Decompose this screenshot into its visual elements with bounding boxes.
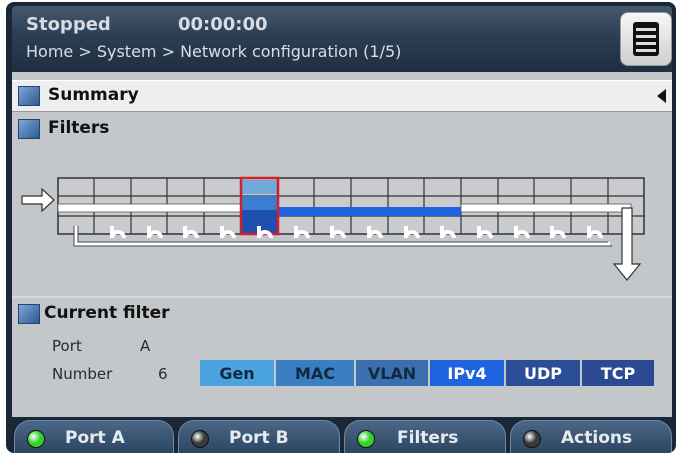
current-filter-section-header: Current filter: [12, 296, 672, 326]
device-screen: Stopped 00:00:00 Home > System > Network…: [6, 2, 676, 453]
number-value: 6: [158, 365, 168, 383]
collapse-arrow-icon[interactable]: [657, 89, 666, 103]
port-label: Port: [52, 337, 82, 355]
tab-udp[interactable]: UDP: [506, 360, 580, 386]
actions-button[interactable]: Actions: [510, 420, 672, 453]
port-b-button[interactable]: Port B: [178, 420, 340, 453]
filter-diagram[interactable]: [12, 146, 672, 296]
led-indicator-icon: [191, 430, 209, 448]
current-filter-title: Current filter: [44, 303, 170, 323]
section-icon: [18, 86, 40, 106]
input-arrow-icon: [21, 187, 55, 213]
summary-section-header[interactable]: Summary: [12, 80, 672, 112]
header-bar: Stopped 00:00:00 Home > System > Network…: [12, 6, 672, 72]
selected-filter-mid: [241, 196, 278, 210]
led-indicator-icon: [523, 430, 541, 448]
number-label: Number: [52, 365, 113, 383]
tab-gen[interactable]: Gen: [200, 360, 274, 386]
led-indicator-icon: [357, 430, 375, 448]
white-pass-line-left: [57, 203, 242, 213]
actions-label: Actions: [561, 428, 633, 448]
tab-tcp[interactable]: TCP: [582, 360, 654, 386]
filters-title: Filters: [48, 118, 110, 138]
led-indicator-icon: [27, 430, 45, 448]
menu-button[interactable]: [620, 12, 672, 66]
tab-vlan[interactable]: VLAN: [356, 360, 428, 386]
tab-ipv4[interactable]: IPv4: [430, 360, 504, 386]
white-pass-line-right: [460, 203, 632, 213]
port-a-button[interactable]: Port A: [14, 420, 174, 453]
breadcrumb[interactable]: Home > System > Network configuration (1…: [26, 42, 401, 61]
selected-filter-top: [241, 180, 278, 194]
active-filter-line: [278, 207, 461, 216]
filters-button[interactable]: Filters: [344, 420, 506, 453]
section-icon: [18, 119, 40, 139]
status-text: Stopped: [26, 14, 111, 35]
port-b-label: Port B: [229, 428, 289, 448]
summary-title: Summary: [48, 85, 139, 105]
timer-text: 00:00:00: [178, 14, 268, 35]
port-value: A: [140, 337, 151, 355]
menu-icon: [633, 22, 659, 56]
tab-mac[interactable]: MAC: [276, 360, 354, 386]
content-panel: Summary Filters Current filter Port A Nu…: [12, 72, 672, 417]
bottom-button-bar: Port A Port B Filters Actions: [12, 418, 672, 453]
filter-tabs: Gen MAC VLAN IPv4 UDP TCP: [200, 360, 654, 386]
port-a-label: Port A: [65, 428, 125, 448]
section-icon: [18, 304, 40, 324]
filters-label: Filters: [397, 428, 459, 448]
filters-section-header: Filters: [12, 114, 672, 142]
